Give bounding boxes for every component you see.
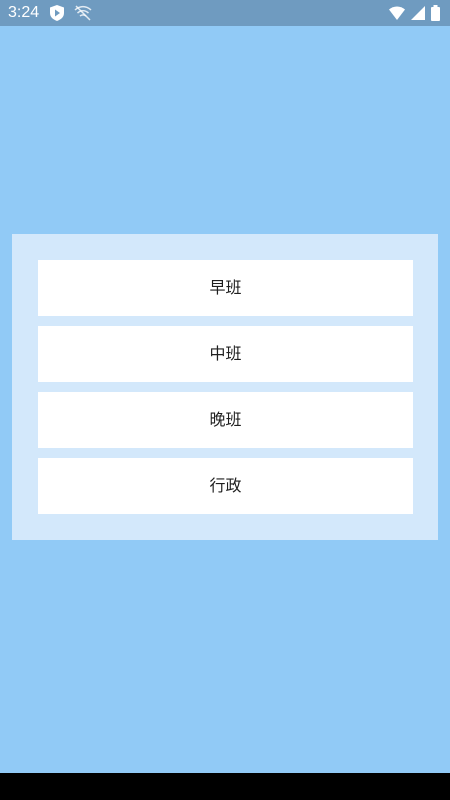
wifi-icon [389, 6, 405, 20]
battery-icon [431, 5, 440, 21]
shift-selection-panel: 早班 中班 晚班 行政 [12, 234, 438, 540]
shift-option-admin-button[interactable]: 行政 [38, 458, 413, 514]
navigation-bar [0, 773, 450, 800]
wifi-off-icon [74, 5, 92, 21]
shift-option-night-button[interactable]: 晚班 [38, 392, 413, 448]
shift-option-middle-button[interactable]: 中班 [38, 326, 413, 382]
signal-icon [411, 6, 425, 20]
shift-option-morning-button[interactable]: 早班 [38, 260, 413, 316]
status-time: 3:24 [8, 4, 40, 21]
play-protect-icon [50, 5, 64, 21]
status-right-icons [389, 5, 440, 21]
status-left-icons [50, 5, 92, 21]
status-bar: 3:24 [0, 0, 450, 26]
